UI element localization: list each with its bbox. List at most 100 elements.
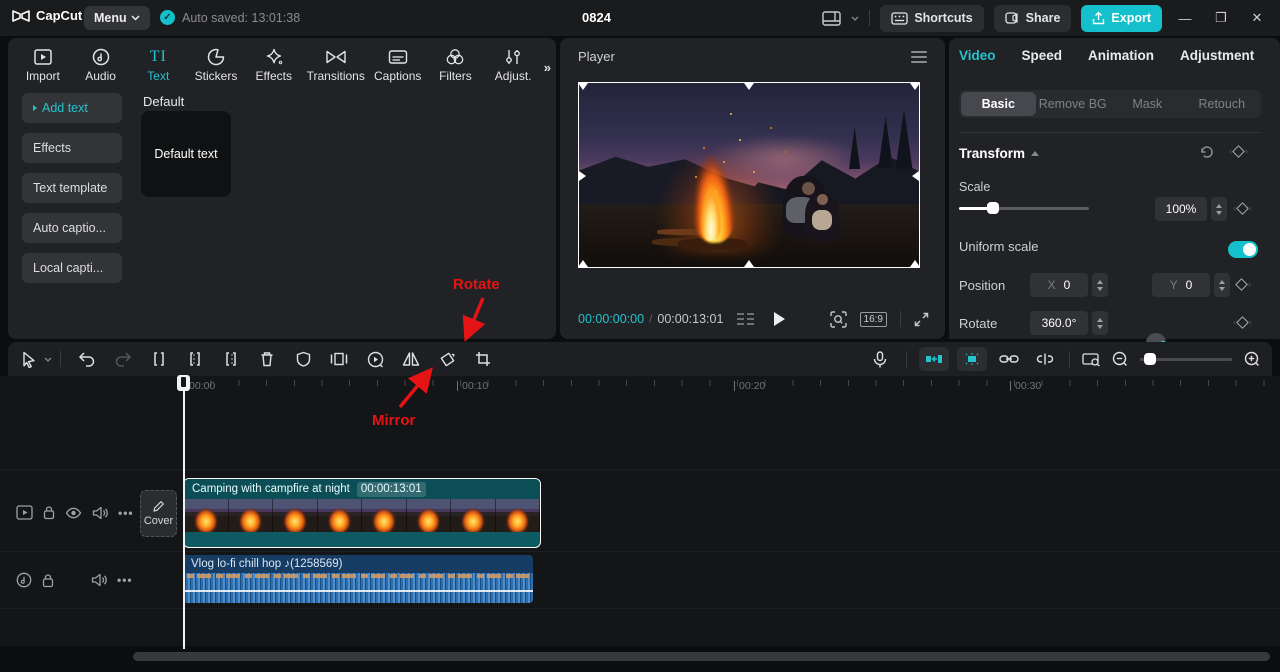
undo-icon[interactable]	[69, 351, 105, 367]
tab-filters[interactable]: Filters	[431, 44, 481, 83]
tab-captions[interactable]: Captions	[373, 44, 423, 83]
resize-handle[interactable]	[910, 83, 919, 90]
sidebar-item-local-captions[interactable]: Local capti...	[22, 253, 122, 283]
play-button[interactable]	[774, 312, 786, 326]
speed-icon[interactable]	[357, 351, 393, 368]
delete-icon[interactable]	[249, 351, 285, 367]
scale-keyframe-icon[interactable]: ‹ ›	[1233, 201, 1252, 215]
rotate-value-input[interactable]: 360.0°	[1030, 311, 1088, 335]
track-more-icon[interactable]: •••	[117, 573, 133, 587]
shortcuts-button[interactable]: Shortcuts	[880, 4, 984, 32]
playhead-line[interactable]	[183, 377, 185, 649]
tab-import[interactable]: Import	[18, 44, 68, 83]
layout-icon[interactable]	[822, 10, 842, 26]
scale-slider-thumb[interactable]	[987, 202, 999, 214]
volume-line[interactable]	[183, 590, 533, 592]
rotate-keyframe-icon[interactable]: ‹ ›	[1233, 315, 1252, 329]
sidebar-item-text-template[interactable]: Text template	[22, 173, 122, 203]
unlink-icon[interactable]	[1027, 352, 1063, 366]
audio-clip[interactable]: Vlog lo-fi chill hop ♪(1258569)	[183, 555, 533, 603]
mute-track-icon[interactable]	[91, 573, 107, 587]
resize-handle[interactable]	[579, 171, 586, 181]
layout-chevron-icon[interactable]	[851, 16, 859, 21]
position-keyframe-icon[interactable]: ›	[1235, 277, 1251, 291]
zoom-out-icon[interactable]	[1106, 351, 1134, 367]
uniform-scale-toggle[interactable]	[1228, 241, 1258, 258]
tab-video[interactable]: Video	[959, 48, 996, 63]
frame-preview-icon[interactable]	[737, 312, 755, 326]
tab-speed[interactable]: Speed	[1022, 48, 1063, 63]
player-menu-icon[interactable]	[911, 51, 927, 63]
sidebar-item-effects[interactable]: Effects	[22, 133, 122, 163]
mirror-icon[interactable]	[393, 351, 429, 367]
video-preview[interactable]	[578, 82, 920, 268]
resize-handle[interactable]	[744, 83, 754, 90]
subtab-retouch[interactable]: Retouch	[1185, 92, 1260, 116]
hide-track-icon[interactable]	[65, 507, 82, 519]
video-clip[interactable]: Camping with campfire at night 00:00:13:…	[183, 478, 541, 548]
track-more-icon[interactable]: •••	[118, 506, 134, 520]
resize-handle[interactable]	[912, 171, 919, 181]
tab-adjust[interactable]: Adjust.	[488, 44, 538, 83]
lock-track-icon[interactable]	[43, 505, 55, 520]
freeze-frame-icon[interactable]	[321, 351, 357, 367]
close-button[interactable]: ✕	[1244, 10, 1270, 26]
tab-effects[interactable]: Effects	[249, 44, 299, 83]
zoom-in-icon[interactable]	[1238, 351, 1266, 367]
tab-adjustment[interactable]: Adjustment	[1180, 48, 1254, 63]
aspect-ratio-button[interactable]: 16:9	[859, 311, 887, 327]
scale-slider[interactable]	[959, 202, 1089, 214]
resize-handle[interactable]	[744, 260, 754, 267]
fullscreen-icon[interactable]	[914, 312, 929, 327]
rotate-stepper[interactable]	[1092, 311, 1108, 335]
tab-text[interactable]: TI Text	[133, 44, 183, 83]
delete-left-icon[interactable]	[177, 351, 213, 367]
lock-track-icon[interactable]	[42, 573, 54, 588]
tab-animation[interactable]: Animation	[1088, 48, 1154, 63]
tab-transitions[interactable]: Transitions	[307, 44, 365, 83]
redo-icon[interactable]	[105, 351, 141, 367]
select-tool-icon[interactable]	[14, 351, 44, 368]
crop-icon[interactable]	[465, 351, 501, 367]
preview-zoom-icon[interactable]	[829, 310, 847, 328]
preview-frame-icon[interactable]	[1076, 352, 1106, 367]
select-tool-chevron-icon[interactable]	[44, 357, 52, 362]
resize-handle[interactable]	[910, 260, 919, 267]
transform-section-header[interactable]: Transform	[959, 146, 1040, 161]
position-x-input[interactable]: X0	[1030, 273, 1088, 297]
tab-audio[interactable]: Audio	[76, 44, 126, 83]
restore-button[interactable]: ❐	[1208, 10, 1234, 26]
scale-stepper[interactable]	[1211, 197, 1227, 221]
subtab-mask[interactable]: Mask	[1110, 92, 1185, 116]
minimize-button[interactable]: —	[1172, 11, 1198, 26]
position-x-stepper[interactable]	[1092, 273, 1108, 297]
reset-transform-icon[interactable]	[1199, 144, 1215, 163]
magnetic-timeline-button[interactable]	[957, 347, 987, 371]
export-button[interactable]: Export	[1081, 4, 1162, 32]
resize-handle[interactable]	[579, 83, 588, 90]
timeline-zoom-thumb[interactable]	[1144, 352, 1156, 365]
split-icon[interactable]	[141, 351, 177, 367]
record-voiceover-icon[interactable]	[862, 350, 898, 368]
auto-snap-button[interactable]	[919, 347, 949, 371]
link-icon[interactable]	[991, 353, 1027, 365]
transform-keyframe-icon[interactable]: ‹ ›	[1229, 144, 1248, 158]
scale-value-input[interactable]: 100%	[1155, 197, 1207, 221]
sidebar-item-add-text[interactable]: Add text	[22, 93, 122, 123]
timeline-zoom-slider[interactable]	[1140, 352, 1232, 365]
mute-track-icon[interactable]	[92, 506, 108, 520]
menu-button[interactable]: Menu	[84, 6, 150, 30]
expand-tools-icon[interactable]: »	[544, 60, 551, 75]
position-y-stepper[interactable]	[1214, 273, 1230, 297]
tab-stickers[interactable]: Stickers	[191, 44, 241, 83]
rotate-icon[interactable]	[429, 351, 465, 368]
share-button[interactable]: Share	[993, 4, 1072, 32]
sidebar-item-auto-captions[interactable]: Auto captio...	[22, 213, 122, 243]
delete-right-icon[interactable]	[213, 351, 249, 367]
timeline-horizontal-scrollbar[interactable]	[133, 652, 1270, 661]
edit-cover-button[interactable]: Cover	[140, 490, 177, 537]
resize-handle[interactable]	[579, 260, 588, 267]
position-y-input[interactable]: Y0	[1152, 273, 1210, 297]
subtab-basic[interactable]: Basic	[961, 92, 1036, 116]
default-text-card[interactable]: Default text	[141, 111, 231, 197]
